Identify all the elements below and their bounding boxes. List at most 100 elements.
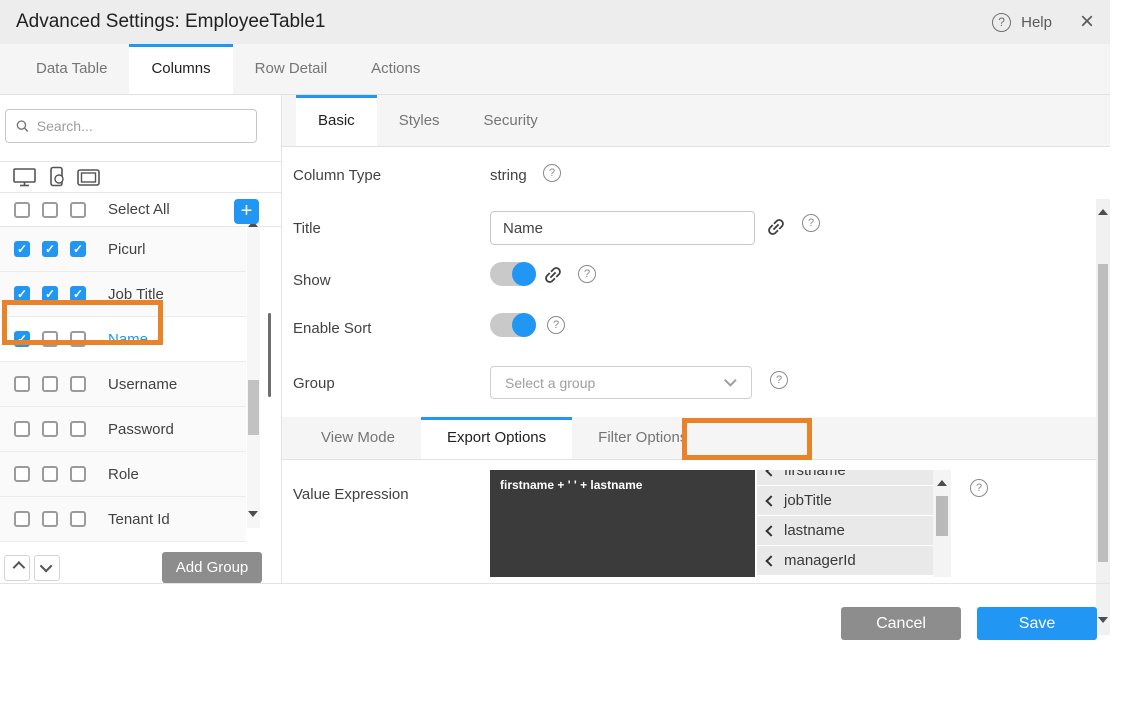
tab-actions[interactable]: Actions bbox=[349, 44, 442, 94]
sidebar-overlay-scrollbar[interactable] bbox=[268, 313, 271, 397]
list-item-role[interactable]: Role bbox=[0, 452, 246, 497]
search-input[interactable] bbox=[37, 118, 246, 134]
checkbox[interactable] bbox=[70, 331, 86, 347]
tab-data-table[interactable]: Data Table bbox=[14, 44, 129, 94]
desktop-icon[interactable] bbox=[12, 166, 38, 188]
checkbox[interactable] bbox=[70, 466, 86, 482]
list-item-username[interactable]: Username bbox=[0, 362, 246, 407]
checkbox[interactable] bbox=[70, 286, 86, 302]
scrollbar-thumb[interactable] bbox=[936, 496, 948, 536]
select-all-checkbox-mobile[interactable] bbox=[42, 202, 58, 218]
checkbox[interactable] bbox=[42, 331, 58, 347]
checkbox[interactable] bbox=[14, 511, 30, 527]
field-item-jobtitle[interactable]: jobTitle bbox=[757, 486, 933, 515]
select-all-checkbox-tablet[interactable] bbox=[70, 202, 86, 218]
tab-view-mode[interactable]: View Mode bbox=[295, 417, 421, 459]
checkbox[interactable] bbox=[42, 466, 58, 482]
column-type-value: string bbox=[490, 167, 527, 184]
list-item-picurl[interactable]: Picurl bbox=[0, 227, 246, 272]
tab-basic[interactable]: Basic bbox=[296, 95, 377, 146]
scroll-up-icon[interactable] bbox=[937, 480, 947, 486]
scroll-up-icon[interactable] bbox=[1098, 209, 1108, 215]
tab-row-detail[interactable]: Row Detail bbox=[233, 44, 350, 94]
help-icon[interactable]: ? bbox=[547, 316, 565, 334]
help-icon[interactable]: ? bbox=[802, 214, 820, 232]
checkbox[interactable] bbox=[42, 376, 58, 392]
checkbox[interactable] bbox=[14, 376, 30, 392]
checkbox[interactable] bbox=[42, 241, 58, 257]
list-item-job-title[interactable]: Job Title bbox=[0, 272, 246, 317]
link-icon[interactable] bbox=[542, 264, 564, 286]
field-item-lastname[interactable]: lastname bbox=[757, 516, 933, 545]
sidebar-scrollbar[interactable] bbox=[247, 213, 260, 528]
enable-sort-toggle[interactable] bbox=[490, 313, 536, 337]
close-icon[interactable]: × bbox=[1080, 12, 1094, 32]
select-all-checkbox-desktop[interactable] bbox=[14, 202, 30, 218]
checkbox[interactable] bbox=[14, 241, 30, 257]
mobile-icon[interactable] bbox=[47, 166, 67, 188]
value-expression-label: Value Expression bbox=[293, 486, 409, 503]
scrollbar-thumb[interactable] bbox=[248, 380, 259, 435]
scroll-down-icon[interactable] bbox=[1098, 617, 1108, 623]
help-icon[interactable]: ? bbox=[970, 479, 988, 497]
help-icon[interactable]: ? bbox=[543, 164, 561, 182]
field-item-managerid[interactable]: managerId bbox=[757, 546, 933, 575]
tablet-icon[interactable] bbox=[76, 166, 102, 188]
checkbox[interactable] bbox=[42, 286, 58, 302]
column-label: Password bbox=[108, 421, 174, 438]
checkbox[interactable] bbox=[70, 511, 86, 527]
panel-scrollbar[interactable] bbox=[1096, 199, 1110, 635]
link-icon[interactable] bbox=[765, 216, 787, 238]
enable-sort-label: Enable Sort bbox=[293, 320, 371, 337]
column-list: Picurl Job Title Name Username bbox=[0, 227, 281, 542]
expression-field-list: firstname jobTitle lastname managerId bbox=[757, 470, 933, 577]
checkbox[interactable] bbox=[70, 376, 86, 392]
field-name: jobTitle bbox=[784, 492, 832, 509]
search-box[interactable] bbox=[5, 109, 257, 143]
group-select[interactable]: Select a group bbox=[490, 366, 752, 399]
checkbox[interactable] bbox=[42, 511, 58, 527]
tab-security[interactable]: Security bbox=[462, 95, 560, 146]
tab-columns[interactable]: Columns bbox=[129, 44, 232, 94]
chevron-left-icon bbox=[765, 525, 776, 536]
tab-filter-options[interactable]: Filter Options bbox=[572, 417, 713, 459]
help-icon[interactable]: ? bbox=[770, 371, 788, 389]
field-list-scrollbar[interactable] bbox=[933, 470, 951, 577]
checkbox[interactable] bbox=[14, 331, 30, 347]
value-expression-editor[interactable]: firstname + ' ' + lastname bbox=[490, 470, 755, 577]
column-label: Picurl bbox=[108, 241, 146, 258]
tab-export-options[interactable]: Export Options bbox=[421, 417, 572, 459]
list-item-tenant-id[interactable]: Tenant Id bbox=[0, 497, 246, 542]
add-column-button[interactable]: + bbox=[234, 199, 259, 224]
cancel-button[interactable]: Cancel bbox=[841, 607, 961, 640]
dialog-title: Advanced Settings: EmployeeTable1 bbox=[16, 11, 325, 33]
list-item-password[interactable]: Password bbox=[0, 407, 246, 452]
column-label: Username bbox=[108, 376, 177, 393]
checkbox[interactable] bbox=[14, 286, 30, 302]
search-area bbox=[0, 109, 281, 162]
list-item-name[interactable]: Name bbox=[0, 317, 246, 362]
help-label[interactable]: Help bbox=[1021, 14, 1052, 31]
checkbox[interactable] bbox=[14, 466, 30, 482]
checkbox[interactable] bbox=[42, 421, 58, 437]
group-select-placeholder: Select a group bbox=[505, 375, 595, 391]
checkbox[interactable] bbox=[70, 241, 86, 257]
checkbox[interactable] bbox=[70, 421, 86, 437]
move-up-button[interactable] bbox=[4, 555, 30, 581]
advanced-settings-dialog: Advanced Settings: EmployeeTable1 ? Help… bbox=[0, 0, 1148, 717]
add-group-button[interactable]: Add Group bbox=[162, 552, 262, 583]
checkbox[interactable] bbox=[14, 421, 30, 437]
scrollbar-thumb[interactable] bbox=[1098, 264, 1108, 562]
title-input[interactable] bbox=[490, 211, 755, 245]
title-label: Title bbox=[293, 220, 321, 237]
tab-styles[interactable]: Styles bbox=[377, 95, 462, 146]
scroll-down-icon[interactable] bbox=[248, 511, 258, 517]
device-filter-row bbox=[0, 162, 281, 193]
help-icon[interactable]: ? bbox=[992, 13, 1011, 32]
save-button[interactable]: Save bbox=[977, 607, 1097, 640]
show-toggle[interactable] bbox=[490, 262, 536, 286]
move-down-button[interactable] bbox=[34, 555, 60, 581]
help-icon[interactable]: ? bbox=[578, 265, 596, 283]
field-item-firstname[interactable]: firstname bbox=[757, 470, 933, 485]
column-label: Name bbox=[108, 331, 148, 348]
